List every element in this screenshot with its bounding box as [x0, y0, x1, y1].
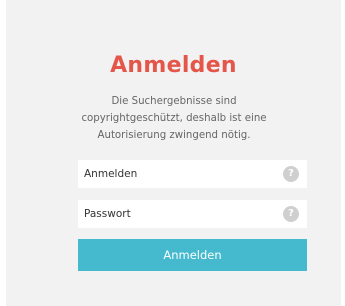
- password-field[interactable]: Passwort ?: [78, 200, 307, 228]
- question-mark-icon[interactable]: ?: [283, 166, 299, 182]
- question-mark-icon[interactable]: ?: [283, 206, 299, 222]
- login-panel: Anmelden Die Suchergebnisse sind copyrig…: [6, 0, 341, 306]
- username-field[interactable]: Anmelden ?: [78, 160, 307, 188]
- login-button[interactable]: Anmelden: [78, 239, 307, 271]
- login-description: Die Suchergebnisse sind copyrightgeschüt…: [81, 96, 267, 141]
- password-label: Passwort: [84, 208, 131, 220]
- username-label: Anmelden: [84, 168, 138, 180]
- page-title: Anmelden: [110, 53, 237, 78]
